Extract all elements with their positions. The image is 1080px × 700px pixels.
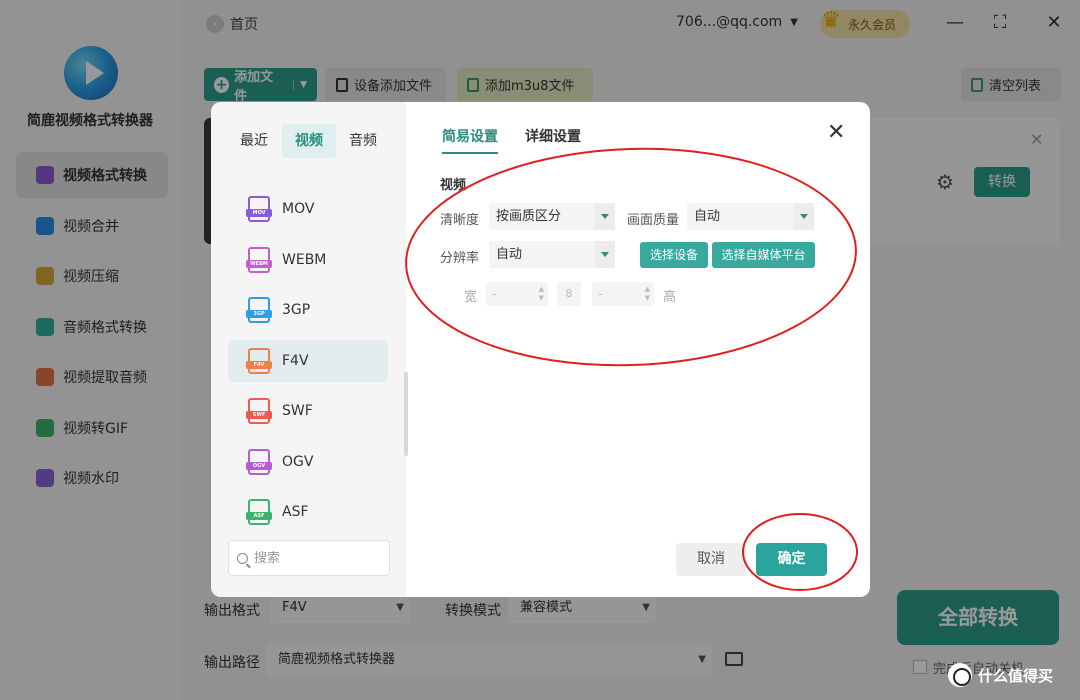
chevron-down-icon bbox=[595, 203, 615, 230]
width-input[interactable]: - ▲ ▼ bbox=[486, 282, 548, 306]
asf-file-icon: ASF bbox=[246, 499, 272, 525]
width-value: - bbox=[492, 287, 497, 301]
chevron-down-icon bbox=[794, 203, 814, 230]
format-label: 3GP bbox=[282, 302, 311, 318]
cancel-button[interactable]: 取消 bbox=[676, 543, 746, 576]
clarity-select[interactable]: 按画质区分 bbox=[489, 203, 615, 230]
clarity-value: 按画质区分 bbox=[496, 209, 562, 224]
select-platform-button[interactable]: 选择自媒体平台 bbox=[712, 242, 815, 268]
height-input[interactable]: - ▲ ▼ bbox=[592, 282, 654, 306]
quality-select[interactable]: 自动 bbox=[687, 203, 814, 230]
section-label-video: 视频 bbox=[440, 178, 467, 193]
resolution-value: 自动 bbox=[496, 247, 523, 262]
resolution-select[interactable]: 自动 bbox=[489, 241, 615, 268]
format-list-scrollbar[interactable] bbox=[404, 372, 408, 456]
format-item-mov[interactable]: MOV MOV bbox=[228, 188, 388, 230]
close-dialog-icon[interactable]: ✕ bbox=[827, 122, 845, 144]
watermark: 什么值得买 bbox=[948, 663, 1053, 687]
category-tab-recent[interactable]: 最近 bbox=[231, 124, 277, 158]
clarity-label: 清晰度 bbox=[440, 213, 480, 228]
format-label: WEBM bbox=[282, 251, 327, 268]
quality-label: 画面质量 bbox=[627, 213, 680, 228]
format-item-swf[interactable]: SWF SWF bbox=[228, 390, 388, 432]
format-list: MOV MOV WEBM WEBM 3GP 3GP F4V F4V SWF SW… bbox=[228, 188, 388, 542]
ogv-file-icon: OGV bbox=[246, 448, 272, 475]
format-dialog: 最近 视频 音频 MOV MOV WEBM WEBM 3GP 3GP F4V F… bbox=[211, 102, 870, 597]
quality-value: 自动 bbox=[694, 209, 721, 224]
select-device-button[interactable]: 选择设备 bbox=[640, 242, 708, 268]
format-label: MOV bbox=[282, 201, 315, 217]
format-item-ogv[interactable]: OGV OGV bbox=[228, 441, 388, 483]
format-search-input[interactable] bbox=[254, 550, 374, 566]
format-item-asf[interactable]: ASF ASF bbox=[228, 491, 388, 533]
format-item-3gp[interactable]: 3GP 3GP bbox=[228, 289, 388, 331]
mov-file-icon: MOV bbox=[246, 196, 272, 222]
spinner-arrows-icon: ▲ ▼ bbox=[538, 285, 544, 302]
3gp-file-icon: 3GP bbox=[246, 297, 272, 323]
search-icon bbox=[237, 552, 248, 564]
width-label: 宽 bbox=[464, 290, 478, 305]
format-item-f4v[interactable]: F4V F4V bbox=[228, 339, 388, 382]
watermark-logo-icon bbox=[948, 663, 972, 687]
resolution-label: 分辨率 bbox=[440, 251, 480, 266]
tab-detail-settings[interactable]: 详细设置 bbox=[525, 126, 581, 146]
category-tab-audio[interactable]: 音频 bbox=[340, 124, 386, 158]
format-panel: 最近 视频 音频 MOV MOV WEBM WEBM 3GP 3GP F4V F… bbox=[211, 102, 406, 597]
watermark-text: 什么值得买 bbox=[978, 666, 1054, 685]
format-label: ASF bbox=[282, 504, 309, 520]
webm-file-icon: WEBM bbox=[246, 246, 272, 273]
spinner-arrows-icon: ▲ ▼ bbox=[644, 285, 650, 302]
format-label: F4V bbox=[282, 352, 309, 369]
format-label: OGV bbox=[282, 453, 314, 470]
category-tab-video[interactable]: 视频 bbox=[282, 124, 336, 158]
height-value: - bbox=[598, 287, 603, 301]
tab-simple-settings[interactable]: 简易设置 bbox=[442, 126, 498, 154]
height-label: 高 bbox=[663, 290, 677, 305]
format-search[interactable] bbox=[228, 540, 390, 576]
format-item-webm[interactable]: WEBM WEBM bbox=[228, 239, 388, 281]
link-ratio-icon[interactable]: 8 bbox=[557, 282, 581, 306]
swf-file-icon: SWF bbox=[246, 398, 272, 424]
confirm-button[interactable]: 确定 bbox=[756, 543, 827, 576]
chevron-down-icon bbox=[595, 241, 615, 268]
f4v-file-icon: F4V bbox=[246, 347, 272, 374]
format-label: SWF bbox=[282, 403, 313, 419]
